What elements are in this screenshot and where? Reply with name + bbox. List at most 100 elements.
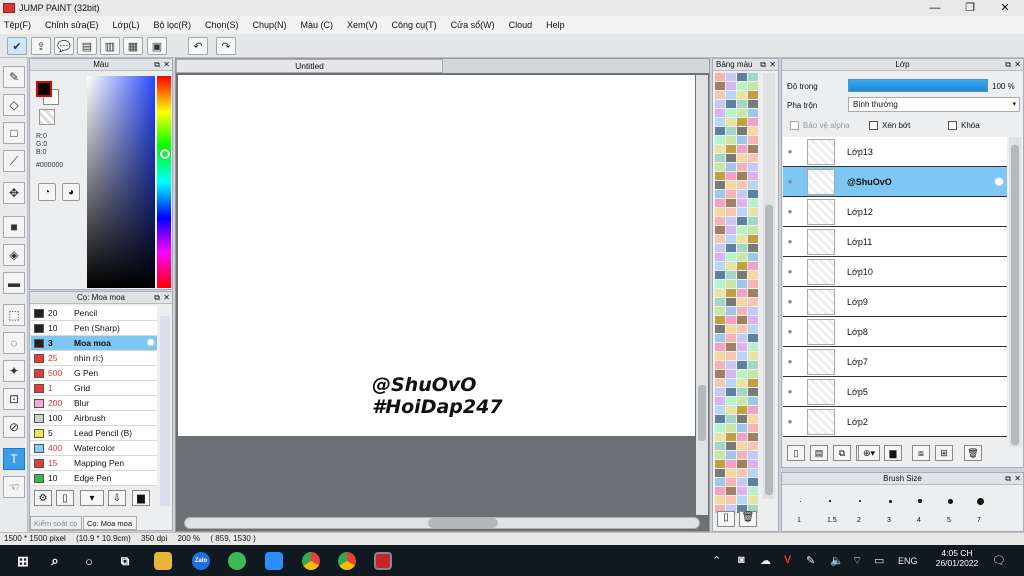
brush-item[interactable]: 20 Pencil	[31, 306, 157, 321]
hue-slider[interactable]	[157, 76, 171, 288]
palette-swatch[interactable]	[715, 307, 725, 315]
duplicate-layer-icon[interactable]: ⧉	[833, 445, 851, 461]
palette-swatch[interactable]	[715, 253, 725, 261]
palette-swatch[interactable]	[715, 127, 725, 135]
palette-swatch[interactable]	[737, 145, 747, 153]
palette-swatch[interactable]	[737, 190, 747, 198]
palette-swatch[interactable]	[748, 73, 758, 81]
palette-swatch[interactable]	[726, 271, 736, 279]
palette-swatch[interactable]	[737, 73, 747, 81]
gear-icon[interactable]: ✹	[147, 338, 155, 349]
palette-swatch[interactable]	[748, 163, 758, 171]
layer-row[interactable]: ● Lớp2	[783, 407, 1007, 437]
palette-swatch[interactable]	[715, 235, 725, 243]
layer-row[interactable]: ● Lớp5	[783, 377, 1007, 407]
palette-swatch[interactable]	[726, 91, 736, 99]
windows-start-icon[interactable]: ⊞	[14, 552, 32, 570]
tray-pen-icon[interactable]: ✎	[806, 554, 815, 567]
palette-swatch[interactable]	[715, 442, 725, 450]
transparent-color-swatch[interactable]	[39, 109, 55, 125]
visibility-icon[interactable]: ●	[783, 417, 797, 426]
palette-swatch[interactable]	[726, 451, 736, 459]
new-brush-icon[interactable]: ▯	[56, 490, 74, 506]
palette-swatch[interactable]	[726, 388, 736, 396]
palette-settings-icon[interactable]: ◕	[62, 183, 80, 201]
menu-filter[interactable]: Bộ lọc(R)	[153, 20, 191, 30]
brush-item[interactable]: 400 Watercolor	[31, 441, 157, 456]
palette-swatch[interactable]	[715, 181, 725, 189]
palette-swatch[interactable]	[748, 298, 758, 306]
palette-swatch[interactable]	[715, 298, 725, 306]
select-eraser-tool-icon[interactable]: ⊘	[3, 416, 25, 438]
palette-swatch[interactable]	[748, 154, 758, 162]
palette-swatch[interactable]	[726, 217, 736, 225]
palette-swatch[interactable]	[748, 460, 758, 468]
search-icon[interactable]: ⌕	[46, 552, 64, 570]
brush-settings-icon[interactable]: ⚙	[34, 490, 52, 506]
jump-paint-taskbar-icon[interactable]	[374, 552, 392, 570]
magic-wand-tool-icon[interactable]: ✦	[3, 360, 25, 382]
brush-size-dot[interactable]	[947, 498, 953, 504]
palette-swatch[interactable]	[737, 460, 747, 468]
tray-app-icon[interactable]: ◙	[738, 554, 745, 566]
redo-icon[interactable]: ↷	[216, 37, 236, 55]
menu-view[interactable]: Xem(V)	[347, 20, 378, 30]
palette-swatch[interactable]	[726, 82, 736, 90]
palette-swatch[interactable]	[737, 163, 747, 171]
brush-item[interactable]: 15 Mapping Pen	[31, 456, 157, 471]
palette-swatch[interactable]	[726, 415, 736, 423]
palette-swatch[interactable]	[726, 136, 736, 144]
palette-swatch[interactable]	[715, 388, 725, 396]
palette-swatch[interactable]	[748, 271, 758, 279]
palette-swatch[interactable]	[726, 244, 736, 252]
palette-swatch[interactable]	[737, 388, 747, 396]
palette-swatch[interactable]	[737, 253, 747, 261]
palette-swatch[interactable]	[737, 271, 747, 279]
brush-size-dot[interactable]	[888, 499, 892, 503]
palette-swatch[interactable]	[715, 244, 725, 252]
file-explorer-icon[interactable]	[154, 552, 172, 570]
palette-swatch[interactable]	[737, 334, 747, 342]
palette-swatch[interactable]	[715, 289, 725, 297]
brush-item[interactable]: 5 Lead Pencil (B)	[31, 426, 157, 441]
palette-swatch[interactable]	[748, 145, 758, 153]
palette-swatch[interactable]	[748, 469, 758, 477]
palette-swatch[interactable]	[748, 487, 758, 495]
brush-item[interactable]: 10 Pen (Sharp)	[31, 321, 157, 336]
palette-swatch[interactable]	[748, 253, 758, 261]
palette-swatch[interactable]	[715, 109, 725, 117]
palette-swatch[interactable]	[715, 379, 725, 387]
palette-swatch[interactable]	[737, 109, 747, 117]
network-icon[interactable]: ⌔	[852, 554, 862, 568]
brush-size-dot[interactable]	[859, 500, 861, 502]
layout-icon[interactable]: ▣	[147, 37, 167, 55]
palette-swatch[interactable]	[715, 163, 725, 171]
close-button[interactable]: ✕	[988, 0, 1022, 16]
close-icon[interactable]: ✕	[769, 59, 776, 71]
palette-swatch[interactable]	[748, 244, 758, 252]
palette-swatch[interactable]	[737, 100, 747, 108]
delete-layer-icon[interactable]: 🗑	[964, 445, 982, 461]
palette-swatch[interactable]	[737, 406, 747, 414]
palette-swatch[interactable]	[737, 136, 747, 144]
layer-row[interactable]: ● Lớp8	[783, 317, 1007, 347]
palette-swatch[interactable]	[726, 145, 736, 153]
tab-untitled[interactable]: Untitled	[176, 59, 443, 73]
palette-swatch[interactable]	[748, 451, 758, 459]
palette-swatch[interactable]	[737, 316, 747, 324]
select-rect-tool-icon[interactable]: ⬚	[3, 304, 25, 326]
palette-swatch[interactable]	[748, 334, 758, 342]
layer-scroll-thumb[interactable]	[1011, 145, 1019, 445]
text-tool-icon[interactable]: T	[3, 448, 25, 470]
layer-add-menu-icon[interactable]: ⊕▾	[858, 445, 880, 461]
palette-swatch[interactable]	[715, 199, 725, 207]
palette-swatch[interactable]	[715, 172, 725, 180]
new-layer-copy-icon[interactable]: ▤	[810, 445, 828, 461]
palette-swatch[interactable]	[715, 217, 725, 225]
palette-icon[interactable]: ◔	[38, 183, 56, 201]
brush-size-dot[interactable]	[799, 500, 801, 502]
palette-swatch[interactable]	[748, 496, 758, 504]
menu-layer[interactable]: Lớp(L)	[113, 20, 140, 30]
layer-row[interactable]: ● Lớp9	[783, 287, 1007, 317]
zalo-icon[interactable]: Zalo	[192, 552, 210, 570]
